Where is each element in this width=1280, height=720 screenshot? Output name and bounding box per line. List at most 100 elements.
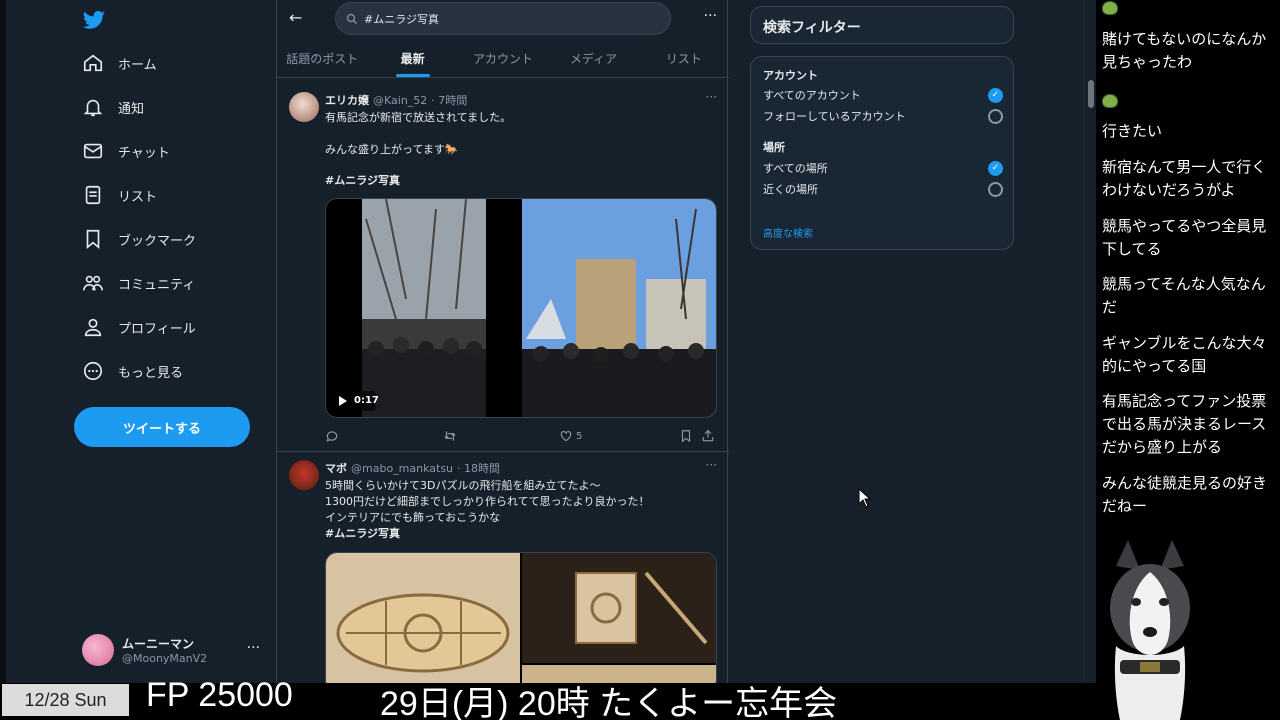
tweet[interactable]: エリカ嬢 @Kain_52 · 7時間 ··· 有馬記念が新宿で放送されてました…: [277, 84, 729, 452]
back-arrow-icon[interactable]: ←: [289, 8, 309, 28]
tab-lists[interactable]: リスト: [639, 44, 729, 77]
chat-message: 行きたい: [1102, 123, 1163, 140]
scrollbar[interactable]: [1084, 0, 1096, 683]
more-horizontal-icon[interactable]: ···: [704, 8, 717, 24]
sidebar-item-home[interactable]: ホーム: [82, 48, 157, 78]
search-input[interactable]: #ムニラジ写真: [335, 2, 671, 35]
radio-unchecked-icon[interactable]: [988, 108, 1003, 124]
tweet-time[interactable]: · 18時間: [457, 460, 500, 476]
profile-icon: [84, 318, 102, 337]
sidebar-item-label: コミュニティ: [118, 277, 196, 293]
sidebar-item-chat[interactable]: チャット: [82, 136, 170, 166]
photo-grid: [326, 553, 716, 683]
filter-option-label: すべてのアカウント: [763, 89, 861, 102]
tweet-text: 5時間くらいかけて3Dパズルの飛行船を組み立てたよ〜 1300円だけど細部までし…: [325, 479, 650, 524]
bell-icon: [83, 99, 103, 117]
tab-media[interactable]: メディア: [548, 44, 638, 77]
share-icon[interactable]: [701, 429, 715, 443]
more-horizontal-icon[interactable]: ···: [706, 90, 717, 104]
tweet-author-handle[interactable]: @mabo_mankatsu: [351, 462, 453, 475]
filter-section-account: アカウント: [763, 69, 818, 82]
tab-top[interactable]: 話題のポスト: [277, 44, 367, 77]
sidebar-item-communities[interactable]: コミュニティ: [82, 268, 195, 298]
scrollbar-thumb[interactable]: [1088, 80, 1094, 108]
twitter-app: ホーム 通知 チャット リスト ブックマーク コミュニティ プロフィール もっと…: [6, 0, 1096, 683]
filter-option-label: 近くの場所: [763, 183, 818, 196]
search-filter-panel: アカウント すべてのアカウント ✓ フォローしているアカウント 場所 すべての場…: [750, 56, 1014, 250]
tweet-photos[interactable]: [325, 552, 717, 683]
tweet-author-name[interactable]: エリカ嬢: [325, 92, 369, 108]
main-column: ← #ムニラジ写真 ··· 話題のポスト 最新 アカウント メディア リスト エ…: [276, 0, 729, 683]
account-name: ムーニーマン: [122, 637, 195, 651]
sidebar-item-label: プロフィール: [118, 321, 196, 337]
filter-option-all-accounts[interactable]: すべてのアカウント ✓: [763, 87, 1003, 103]
husky-avatar: [1102, 536, 1198, 720]
tweet-video[interactable]: 0:17: [325, 198, 717, 418]
video-duration: 0:17: [354, 395, 379, 406]
tab-accounts[interactable]: アカウント: [458, 44, 548, 77]
bookmark-icon[interactable]: [679, 429, 693, 443]
account-handle: @MoonyManV2: [122, 652, 208, 665]
reply-icon[interactable]: [325, 429, 339, 443]
avatar[interactable]: [289, 92, 319, 122]
search-query: #ムニラジ写真: [364, 12, 439, 26]
home-icon: [83, 54, 103, 72]
sidebar-item-label: リスト: [118, 189, 158, 205]
sidebar-item-label: 通知: [118, 101, 145, 117]
sidebar-item-lists[interactable]: リスト: [82, 180, 157, 210]
sidebar-item-profile[interactable]: プロフィール: [82, 312, 196, 342]
retweet-icon[interactable]: [443, 429, 457, 443]
filter-option-all-places[interactable]: すべての場所 ✓: [763, 160, 1003, 176]
sidebar-item-label: ホーム: [118, 57, 157, 73]
tab-latest[interactable]: 最新: [367, 44, 457, 77]
filter-title: 検索フィルター: [750, 6, 1014, 44]
like-icon[interactable]: [559, 429, 573, 443]
account-switcher[interactable]: ムーニーマン @MoonyManV2 ···: [82, 630, 266, 670]
radio-unchecked-icon[interactable]: [988, 181, 1003, 197]
frog-emote-icon: [1102, 1, 1118, 15]
chat-message: 有馬記念ってファン投票で出る馬が決まるレースだから盛り上がる: [1102, 393, 1267, 456]
radio-checked-icon[interactable]: ✓: [988, 160, 1003, 176]
chat-message: 新宿なんて男一人で行くわけないだろうがよ: [1102, 159, 1267, 199]
sidebar-item-bookmarks[interactable]: ブックマーク: [82, 224, 196, 254]
tweet-author-handle[interactable]: @Kain_52: [373, 94, 427, 107]
search-tabs: 話題のポスト 最新 アカウント メディア リスト: [277, 44, 729, 78]
tweet-hashtag[interactable]: #ムニラジ写真: [325, 526, 400, 542]
sidebar-item-notifications[interactable]: 通知: [82, 92, 144, 122]
chat-message: 競馬ってそんな人気なんだ: [1102, 276, 1266, 316]
sidebar-item-more[interactable]: もっと見る: [82, 356, 183, 386]
search-icon: [346, 13, 357, 24]
filter-option-nearby[interactable]: 近くの場所: [763, 181, 1003, 197]
date-badge: 12/28 Sun: [2, 684, 129, 716]
stream-chat: 賭けてもないのになんか見ちゃったわ 行きたい 新宿なんて男一人で行くわけないだろ…: [1096, 0, 1280, 720]
more-horizontal-icon[interactable]: ···: [706, 458, 717, 472]
more-horizontal-icon[interactable]: ···: [247, 640, 260, 656]
filter-section-place: 場所: [763, 141, 785, 154]
tweet-hashtag[interactable]: #ムニラジ写真: [325, 173, 400, 189]
tweet-button[interactable]: ツイートする: [74, 407, 250, 447]
schedule-ticker: 29日(月) 20時 たくよー忘年会: [380, 685, 838, 720]
filter-option-label: すべての場所: [763, 162, 828, 175]
sidebar-item-label: ブックマーク: [118, 233, 197, 249]
radio-checked-icon[interactable]: ✓: [988, 87, 1003, 103]
sidebar-item-label: もっと見る: [118, 365, 184, 381]
tweet-time[interactable]: · 7時間: [431, 92, 467, 108]
avatar[interactable]: [289, 460, 319, 490]
advanced-search-link[interactable]: 高度な検索: [763, 225, 813, 240]
twitter-logo-icon[interactable]: [82, 8, 106, 32]
tweet[interactable]: マボ @mabo_mankatsu · 18時間 ··· 5時間くらいかけて3D…: [277, 452, 729, 683]
mouse-cursor-icon: [858, 488, 872, 508]
sidebar-nav: ホーム 通知 チャット リスト ブックマーク コミュニティ プロフィール もっと…: [6, 0, 276, 683]
sidebar-item-label: チャット: [118, 145, 170, 161]
filter-option-label: フォローしているアカウント: [763, 110, 906, 123]
bookmark-icon: [86, 229, 100, 250]
filter-option-following[interactable]: フォローしているアカウント: [763, 108, 1003, 124]
chat-message: 競馬やってるやつ全員見下してる: [1102, 218, 1267, 258]
chat-message: ギャンブルをこんな大々的にやってる国: [1102, 335, 1267, 375]
frog-emote-icon: [1102, 94, 1118, 108]
more-circle-icon: [83, 361, 103, 381]
fp-counter: FP 25000: [146, 676, 293, 714]
video-thumbnail: [326, 199, 716, 417]
tweet-author-name[interactable]: マボ: [325, 460, 347, 476]
community-icon: [83, 275, 103, 291]
